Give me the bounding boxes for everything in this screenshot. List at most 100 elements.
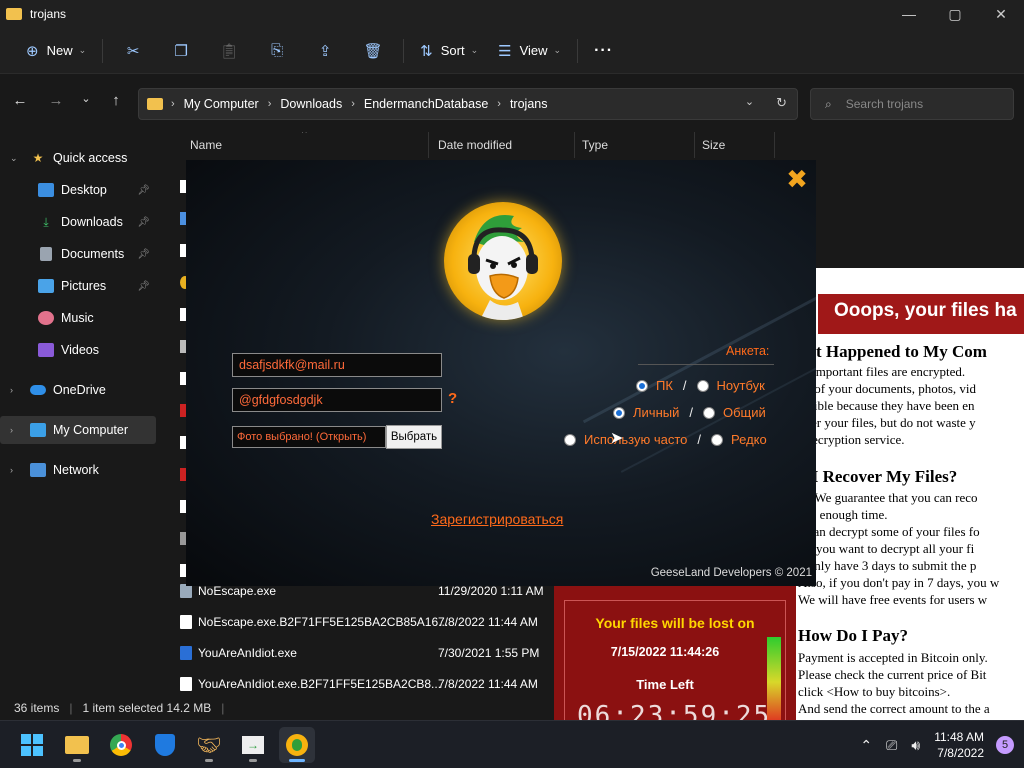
file-icon — [180, 615, 192, 629]
back-arrow-icon[interactable]: ← — [8, 92, 32, 114]
expand-chevron-icon[interactable]: › — [10, 425, 20, 435]
timer-frame: Your files will be lost on 7/15/2022 11:… — [564, 600, 786, 737]
close-window-button[interactable]: ✕ — [978, 0, 1024, 28]
address-dropdown-icon[interactable]: ⌄ — [745, 95, 754, 111]
column-header-size[interactable]: Size — [702, 138, 725, 152]
file-row[interactable]: YouAreAnIdiot.exe.B2F71FF5E125BA2CB8... … — [160, 669, 560, 692]
share-button[interactable]: ⇪ — [301, 35, 349, 67]
ellipsis-icon: ··· — [594, 41, 614, 59]
minimize-button[interactable]: — — [886, 0, 932, 28]
recent-chevron-icon[interactable]: ⌄ — [74, 92, 98, 114]
register-link[interactable]: Зарегистрироваться — [431, 511, 563, 527]
pin-icon[interactable]: 📌︎ — [137, 249, 150, 260]
status-divider: | — [69, 701, 73, 715]
chevron-right-icon: › — [171, 98, 175, 110]
taskbar-chrome[interactable] — [103, 727, 139, 763]
breadcrumb-my-computer[interactable]: My Computer — [184, 97, 259, 111]
sidebar-item-my-computer[interactable]: › My Computer — [0, 416, 156, 444]
taskbar-clock[interactable]: 11:48 AM 7/8/2022 — [934, 729, 984, 761]
new-button[interactable]: ⊕ New ⌄ — [16, 35, 96, 67]
copy-icon: ❐ — [174, 42, 188, 60]
column-header-type[interactable]: Type — [582, 138, 608, 152]
explorer-titlebar: trojans — ▢ ✕ — [0, 0, 1024, 28]
maximize-button[interactable]: ▢ — [932, 0, 978, 28]
chevron-down-icon: ⌄ — [470, 45, 479, 55]
toolbar-divider — [102, 38, 104, 63]
sidebar-item-quick-access[interactable]: ⌄ ★ Quick access — [0, 144, 156, 172]
volume-icon[interactable]: 🔊︎ — [911, 737, 920, 754]
toolbar-divider — [403, 38, 405, 63]
sidebar-item-music[interactable]: Music — [0, 304, 156, 332]
paste-button[interactable]: 📋︎ — [205, 35, 253, 67]
notification-badge[interactable]: 5 — [996, 736, 1014, 754]
chrome-icon — [110, 734, 132, 756]
exe-file-icon — [180, 584, 192, 598]
taskbar-geese-app[interactable] — [279, 727, 315, 763]
sidebar-item-desktop[interactable]: Desktop 📌︎ — [0, 176, 156, 204]
column-divider[interactable] — [694, 132, 695, 158]
delete-button[interactable]: 🗑︎ — [349, 35, 397, 67]
taskbar-terminal-app[interactable]: → — [235, 727, 271, 763]
option-separator: / — [682, 378, 687, 393]
sidebar-item-documents[interactable]: Documents 📌︎ — [0, 240, 156, 268]
status-divider: | — [221, 701, 225, 715]
column-divider[interactable] — [574, 132, 575, 158]
radio-rarely[interactable] — [711, 433, 724, 446]
expand-chevron-icon[interactable]: ⌄ — [10, 153, 20, 164]
sidebar-item-videos[interactable]: Videos — [0, 336, 156, 364]
expand-chevron-icon[interactable]: › — [10, 385, 20, 395]
geese-registration-dialog: ✖ dsafjsdkfk@mail.ru @gfdgfosdgdjk ? Фот… — [186, 160, 816, 586]
radio-shared[interactable] — [702, 406, 715, 419]
up-arrow-icon[interactable]: ↑ — [104, 92, 128, 114]
file-row[interactable]: YouAreAnIdiot.exe 7/30/2021 1:55 PM — [160, 638, 560, 668]
email-field[interactable]: dsafjsdkfk@mail.ru — [232, 353, 442, 377]
column-header-date[interactable]: Date modified — [438, 138, 512, 152]
help-question-icon[interactable]: ? — [448, 390, 457, 407]
file-row[interactable]: NoEscape.exe.B2F71FF5E125BA2CB85A16... 7… — [160, 607, 560, 637]
file-name: NoEscape.exe — [198, 584, 277, 598]
breadcrumb-trojans[interactable]: trojans — [510, 97, 548, 111]
sort-icon: ⇅ — [420, 42, 433, 60]
share-icon: ⇪ — [318, 42, 332, 60]
radio-pc[interactable] — [636, 379, 648, 392]
view-button[interactable]: ☰ View ⌄ — [488, 35, 571, 67]
sort-button[interactable]: ⇅ Sort ⌄ — [410, 35, 488, 67]
sidebar-item-pictures[interactable]: Pictures 📌︎ — [0, 272, 156, 300]
taskbar-handshake-app[interactable]: 🤝︎ — [191, 727, 227, 763]
pin-icon[interactable]: 📌︎ — [137, 185, 150, 196]
nickname-field[interactable]: @gfdgfosdgdjk — [232, 388, 442, 412]
breadcrumb-downloads[interactable]: Downloads — [280, 97, 342, 111]
breadcrumb-endermanchdatabase[interactable]: EndermanchDatabase — [364, 97, 488, 111]
radio-personal[interactable] — [613, 406, 625, 419]
pin-icon[interactable]: 📌︎ — [137, 217, 150, 228]
search-input[interactable]: ⌕ Search trojans — [810, 88, 1014, 120]
forward-arrow-icon[interactable]: → — [44, 92, 68, 114]
photo-status-field[interactable]: Фото выбрано! (Открыть) — [232, 426, 386, 448]
column-divider[interactable] — [428, 132, 429, 158]
column-divider[interactable] — [774, 132, 775, 158]
sidebar-item-onedrive[interactable]: › OneDrive — [0, 376, 156, 404]
choose-photo-button[interactable]: Выбрать — [386, 425, 442, 449]
copy-button[interactable]: ❐ — [157, 35, 205, 67]
cut-button[interactable]: ✂ — [109, 35, 157, 67]
ransom-text-line: Please check the current price of Bit — [798, 667, 987, 682]
start-button[interactable] — [14, 727, 50, 763]
more-options-button[interactable]: ··· — [584, 35, 623, 67]
radio-often[interactable] — [564, 433, 576, 446]
tray-overflow-chevron-icon[interactable]: ⌃ — [860, 737, 872, 754]
network-icon[interactable]: ⎚ — [886, 737, 897, 754]
pin-icon[interactable]: 📌︎ — [137, 281, 150, 292]
windows-logo-icon — [21, 734, 43, 756]
taskbar-security[interactable] — [147, 727, 183, 763]
radio-laptop[interactable] — [696, 379, 709, 392]
sidebar-item-network[interactable]: › Network — [0, 456, 156, 484]
rename-button[interactable]: ⎘ — [253, 35, 301, 67]
view-label: View — [519, 43, 548, 58]
taskbar-file-explorer[interactable] — [59, 727, 95, 763]
refresh-icon[interactable]: ↻ — [776, 95, 787, 111]
expand-chevron-icon[interactable]: › — [10, 465, 20, 475]
sidebar-item-downloads[interactable]: ⤓ Downloads 📌︎ — [0, 208, 156, 236]
address-bar[interactable]: › My Computer › Downloads › EndermanchDa… — [138, 88, 798, 120]
column-header-name[interactable]: Name — [190, 138, 222, 152]
close-icon[interactable]: ✖ — [784, 166, 810, 192]
